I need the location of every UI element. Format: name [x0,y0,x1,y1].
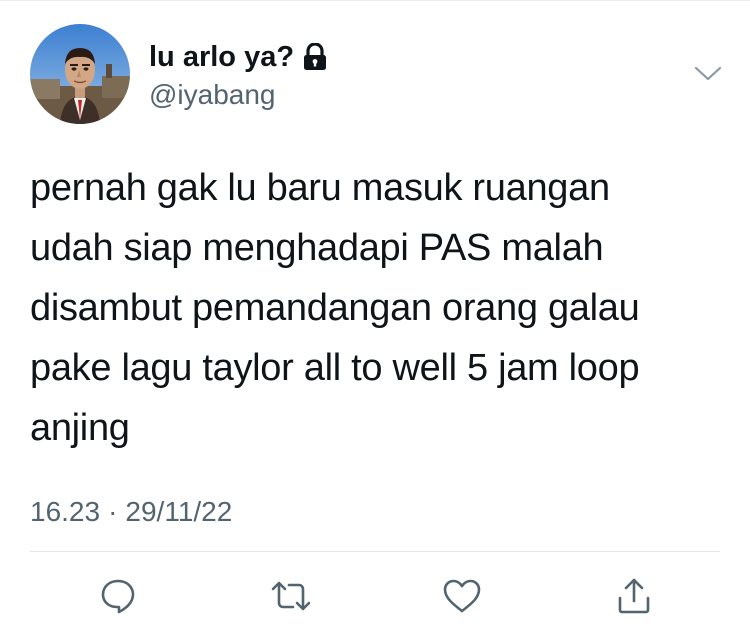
display-name-text: lu arlo ya? [149,41,295,73]
meta-separator: · [108,496,118,527]
share-button[interactable] [612,576,656,616]
chevron-down-icon[interactable] [693,62,723,86]
retweet-icon [271,581,311,611]
like-button[interactable] [440,576,484,616]
reply-button[interactable] [96,576,140,616]
tweet-date: 29/11/22 [125,496,233,527]
share-icon [618,578,650,614]
tweet-time: 16.23 [30,496,101,527]
avatar[interactable] [30,24,130,124]
tweet-timestamp[interactable]: 16.23 · 29/11/22 [30,492,232,532]
tweet-text: pernah gak lu baru masuk ruangan udah si… [30,167,640,449]
actions-divider [30,551,720,552]
reply-icon [101,579,135,614]
retweet-button[interactable] [269,576,313,616]
like-icon [443,579,481,613]
username[interactable]: @iyabang [149,78,276,112]
lock-icon [302,42,328,71]
avatar-image [30,24,130,124]
top-divider [0,0,750,1]
display-name[interactable]: lu arlo ya? [149,40,328,74]
